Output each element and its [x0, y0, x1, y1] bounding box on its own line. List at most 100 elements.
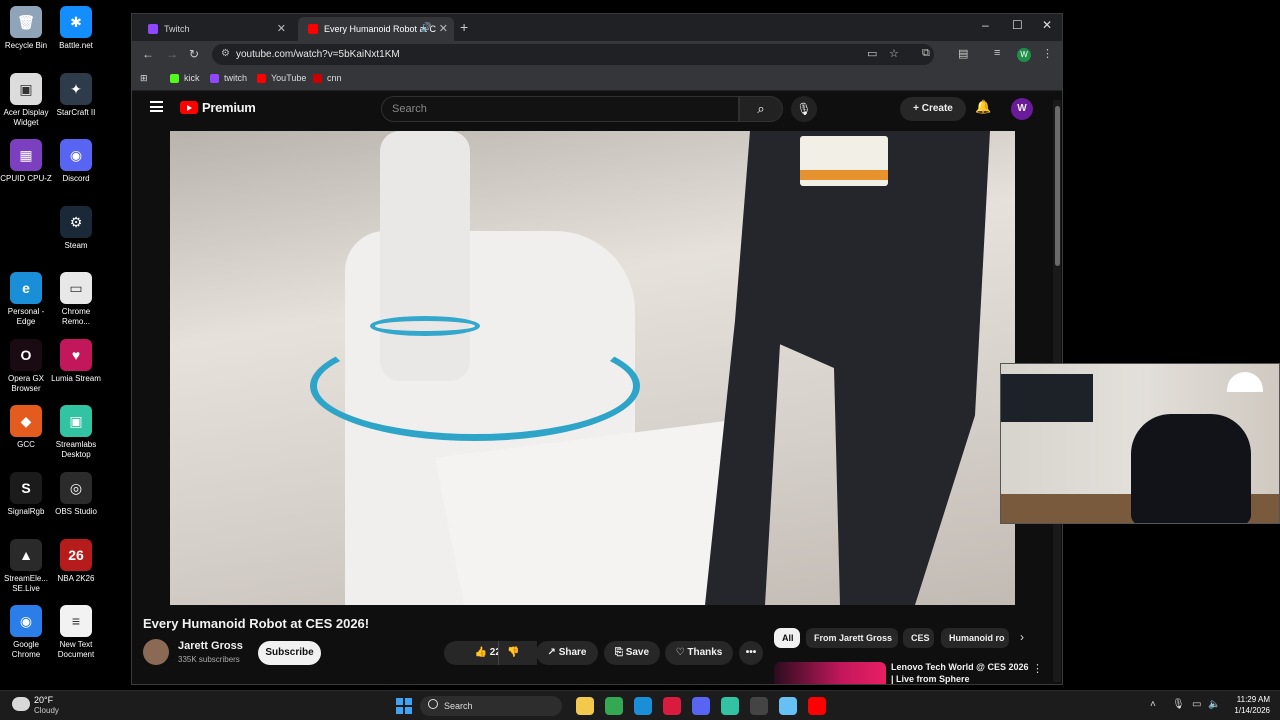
- bookmark-star-icon[interactable]: ☆: [889, 47, 899, 60]
- bookmark-kick[interactable]: kick: [170, 73, 200, 83]
- app-icon: S: [10, 472, 42, 504]
- chip-all[interactable]: All: [774, 628, 800, 648]
- weather-description[interactable]: Cloudy: [34, 706, 59, 715]
- close-window-icon[interactable]: ✕: [1042, 18, 1052, 32]
- clock-date[interactable]: 1/14/2026: [1226, 706, 1270, 715]
- new-tab-icon[interactable]: +: [460, 19, 468, 35]
- share-button[interactable]: ↗ Share: [536, 641, 598, 665]
- menu-kebab-icon[interactable]: ⋮: [1042, 47, 1053, 60]
- youtube-icon[interactable]: [808, 697, 826, 715]
- desktop-shortcut[interactable]: ✦ StarCraft II: [48, 73, 104, 118]
- desktop-shortcut[interactable]: 26 NBA 2K26: [48, 539, 104, 584]
- chevron-right-icon[interactable]: ›: [1020, 630, 1024, 644]
- profile-avatar[interactable]: W: [1017, 48, 1031, 62]
- search-button[interactable]: ⌕: [739, 96, 783, 122]
- desktop-shortcut[interactable]: ▭ Chrome Remo...: [48, 272, 104, 327]
- hamburger-menu-icon[interactable]: [150, 101, 163, 112]
- voice-search-button[interactable]: 🎙: [791, 96, 817, 122]
- network-icon[interactable]: ▭: [1192, 699, 1201, 710]
- shortcut-label: Chrome Remo...: [61, 307, 91, 326]
- chrome-icon[interactable]: [605, 697, 623, 715]
- desktop-shortcut[interactable]: ✱ Battle.net: [48, 6, 104, 51]
- more-actions-button[interactable]: •••: [739, 641, 763, 665]
- chevron-up-icon[interactable]: ˄: [1150, 699, 1156, 710]
- desktop-shortcut[interactable]: ◉ Discord: [48, 139, 104, 184]
- browser-window: Twitch ✕ Every Humanoid Robot at C 🔊 ✕ +…: [131, 13, 1063, 685]
- search-input[interactable]: Search: [381, 96, 739, 122]
- shortcut-label: GCC: [17, 440, 35, 449]
- shortcut-label: Streamlabs Desktop: [55, 440, 97, 459]
- scrollbar-thumb[interactable]: [1055, 106, 1060, 266]
- account-avatar[interactable]: W: [1011, 98, 1033, 120]
- channel-avatar[interactable]: [143, 639, 169, 665]
- shortcut-label: New Text Document: [57, 640, 95, 659]
- more-vertical-icon[interactable]: ⋮: [1032, 662, 1043, 675]
- audio-playing-icon[interactable]: 🔊: [421, 22, 432, 33]
- omnibox[interactable]: ⚙ youtube.com/watch?v=5bKaiNxt1KM: [212, 44, 934, 65]
- microphone-icon[interactable]: 🎙: [1172, 699, 1185, 710]
- desktop-shortcut[interactable]: ◉ Google Chrome: [0, 605, 54, 660]
- cloudy-icon[interactable]: [12, 697, 30, 711]
- desktop-shortcut[interactable]: S SignalRgb: [0, 472, 54, 517]
- volume-icon[interactable]: 🔈: [1208, 699, 1220, 710]
- apps-grid-icon[interactable]: ⊞: [140, 73, 148, 84]
- video-player[interactable]: [170, 131, 1015, 605]
- recommended-thumbnail[interactable]: [774, 662, 886, 684]
- chip-humanoid[interactable]: Humanoid ro: [941, 628, 1009, 648]
- desktop-shortcut[interactable]: ▲ StreamEle... SE.Live: [0, 539, 54, 594]
- maximize-icon[interactable]: ☐: [1012, 18, 1023, 32]
- create-button[interactable]: + Create: [900, 97, 966, 121]
- save-button[interactable]: ⎘ Save: [604, 641, 660, 665]
- desktop-shortcut[interactable]: ≡ New Text Document: [48, 605, 104, 660]
- clock-time[interactable]: 11:29 AM: [1226, 695, 1270, 704]
- windows-start-icon[interactable]: [396, 698, 412, 714]
- bookmark-youtube[interactable]: YouTube: [257, 73, 306, 83]
- thumbs-down-icon: 👎: [507, 647, 520, 658]
- taskbar-search[interactable]: Search: [420, 696, 562, 716]
- desktop-shortcut[interactable]: ⚙ Steam: [48, 206, 104, 251]
- minimize-icon[interactable]: –: [982, 18, 989, 32]
- extensions-icon[interactable]: ⧉: [922, 47, 930, 60]
- desktop-shortcut[interactable]: ◎ OBS Studio: [48, 472, 104, 517]
- steam-icon[interactable]: [779, 697, 797, 715]
- desktop-shortcut[interactable]: ♥ Lumia Stream: [48, 339, 104, 384]
- desktop-shortcut[interactable]: ▣ Acer Display Widget: [0, 73, 54, 128]
- file-explorer-icon[interactable]: [576, 697, 594, 715]
- channel-name[interactable]: Jarett Gross: [178, 640, 243, 652]
- youtube-logo[interactable]: Premium: [180, 100, 256, 115]
- desktop-shortcut[interactable]: ◆ GCC: [0, 405, 54, 450]
- robot-cuff: [370, 316, 480, 336]
- discord-icon[interactable]: [692, 697, 710, 715]
- desktop-shortcut[interactable]: e Personal - Edge: [0, 272, 54, 327]
- site-info-icon[interactable]: ⚙: [221, 48, 230, 59]
- reload-icon[interactable]: ↻: [189, 47, 199, 61]
- dislike-button[interactable]: 👎: [498, 641, 528, 665]
- weather-temperature[interactable]: 20°F: [34, 695, 53, 705]
- cast-icon[interactable]: ▭: [867, 47, 877, 60]
- subscribe-button[interactable]: Subscribe: [258, 641, 321, 665]
- tab-youtube[interactable]: Every Humanoid Robot at C 🔊 ✕: [298, 17, 454, 41]
- sidebar-icon[interactable]: ▤: [958, 47, 968, 60]
- desktop-shortcut[interactable]: ▦ CPUID CPU-Z: [0, 139, 54, 184]
- recommended-title[interactable]: Lenovo Tech World @ CES 2026 | Live from…: [891, 661, 1031, 684]
- plus-icon: +: [913, 103, 922, 114]
- obs-icon[interactable]: [750, 697, 768, 715]
- opera-gx-icon[interactable]: [663, 697, 681, 715]
- chip-ces[interactable]: CES: [903, 628, 934, 648]
- reading-list-icon[interactable]: ≡: [994, 47, 1000, 59]
- tab-twitch[interactable]: Twitch ✕: [138, 17, 292, 41]
- thanks-button[interactable]: ♡ Thanks: [665, 641, 733, 665]
- close-tab-icon[interactable]: ✕: [277, 22, 286, 35]
- back-icon[interactable]: ←: [142, 47, 154, 61]
- desktop-shortcut[interactable]: O Opera GX Browser: [0, 339, 54, 394]
- bookmark-cnn[interactable]: cnn: [313, 73, 342, 83]
- forward-icon[interactable]: →: [166, 47, 178, 61]
- close-tab-icon[interactable]: ✕: [439, 22, 448, 35]
- bookmark-twitch[interactable]: twitch: [210, 73, 247, 83]
- desktop-shortcut[interactable]: ▣ Streamlabs Desktop: [48, 405, 104, 460]
- chip-from-channel[interactable]: From Jarett Gross: [806, 628, 898, 648]
- notifications-bell-icon[interactable]: 🔔: [975, 99, 991, 115]
- streamlabs-icon[interactable]: [721, 697, 739, 715]
- edge-icon[interactable]: [634, 697, 652, 715]
- desktop-shortcut[interactable]: 🗑 Recycle Bin: [0, 6, 54, 51]
